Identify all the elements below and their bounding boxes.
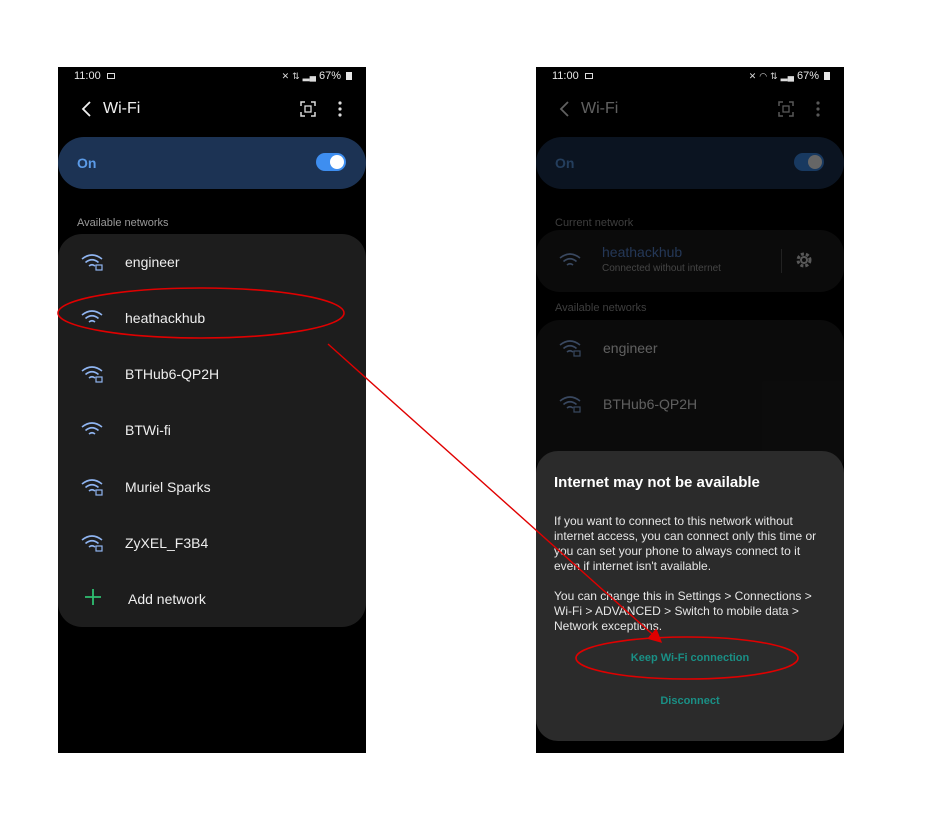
switch-knob (330, 155, 344, 169)
back-icon[interactable] (556, 99, 576, 119)
network-row-engineer[interactable]: engineer (58, 234, 366, 290)
keep-wifi-connection-button[interactable]: Keep Wi-Fi connection (536, 651, 844, 665)
back-icon[interactable] (78, 99, 98, 119)
network-name: Muriel Sparks (125, 479, 211, 495)
network-name: heathackhub (125, 310, 206, 326)
network-row-heathackhub[interactable]: heathackhub (58, 290, 366, 346)
network-name: ZyXEL_F3B4 (125, 535, 209, 551)
mute-icon: ✕ (281, 70, 290, 81)
lte-icon: ⇅ (292, 70, 300, 81)
internet-unavailable-dialog: Internet may not be available If you wan… (536, 451, 844, 741)
top-bar: Wi-Fi (58, 95, 366, 123)
top-bar: Wi-Fi (536, 95, 844, 123)
network-row-zyxel[interactable]: ZyXEL_F3B4 (58, 515, 366, 571)
gear-icon[interactable] (794, 250, 814, 270)
add-network-row[interactable]: Add network (58, 571, 366, 627)
wifi-switch[interactable] (316, 153, 346, 171)
disconnect-button[interactable]: Disconnect (536, 694, 844, 708)
wifi-toggle-row[interactable]: On (536, 137, 844, 189)
switch-knob (808, 155, 822, 169)
current-network-status: Connected without internet (602, 263, 721, 274)
network-name: engineer (603, 340, 658, 356)
wifi-toggle-row[interactable]: On (58, 137, 366, 189)
add-network-label: Add network (128, 591, 206, 607)
wifi-lock-icon (81, 254, 103, 271)
network-row-muriel-sparks[interactable]: Muriel Sparks (58, 459, 366, 515)
status-icons: ✕ ⇅ ▂▄ 67% (282, 70, 352, 82)
plus-icon (85, 589, 101, 605)
battery-icon (346, 72, 352, 80)
wifi-lock-icon (81, 366, 103, 383)
phone-screen-dialog: 11:00 ✕ ◠ ⇅ ▂▄ 67% Wi-Fi On Current netw… (536, 67, 844, 753)
wifi-icon (81, 310, 103, 323)
network-name: BTWi-fi (125, 422, 171, 438)
available-networks-list: engineer heathackhub BTHub6-QP2H BTWi-fi… (58, 234, 366, 627)
network-name: BTHub6-QP2H (603, 396, 698, 412)
wifi-lock-icon (559, 396, 581, 413)
network-row-engineer[interactable]: engineer (536, 320, 844, 376)
dialog-body: If you want to connect to this network w… (554, 514, 817, 573)
network-name: BTHub6-QP2H (125, 366, 220, 382)
more-options-icon[interactable] (331, 100, 349, 118)
divider (781, 249, 782, 273)
wifi-lock-icon (81, 535, 103, 552)
more-options-icon[interactable] (809, 100, 827, 118)
network-row-bthub6[interactable]: BTHub6-QP2H (536, 376, 844, 432)
phone-screen-wifi-list: 11:00 ✕ ⇅ ▂▄ 67% Wi-Fi On Available netw… (58, 67, 366, 753)
available-networks-header: Available networks (77, 217, 169, 229)
wifi-lock-icon (559, 340, 581, 357)
page-title: Wi-Fi (103, 100, 141, 117)
network-row-btwifi[interactable]: BTWi-fi (58, 402, 366, 458)
available-networks-header: Available networks (555, 302, 647, 314)
current-network-header: Current network (555, 217, 634, 229)
page-title: Wi-Fi (581, 100, 619, 117)
wifi-lock-icon (81, 479, 103, 496)
status-bar: 11:00 ✕ ⇅ ▂▄ 67% (58, 67, 366, 87)
dialog-title: Internet may not be available (554, 474, 760, 491)
wifi-icon (559, 253, 581, 266)
network-name: engineer (125, 254, 180, 270)
wifi-icon (81, 422, 103, 435)
wifi-switch[interactable] (794, 153, 824, 171)
gallery-icon (107, 73, 115, 79)
network-row-bthub6[interactable]: BTHub6-QP2H (58, 346, 366, 402)
current-network-name: heathackhub (602, 244, 683, 260)
wifi-toggle-label: On (77, 155, 97, 171)
qr-code-icon[interactable] (299, 100, 317, 118)
status-time: 11:00 (74, 70, 101, 82)
wifi-toggle-label: On (555, 155, 575, 171)
battery-percent: 67% (318, 70, 341, 82)
dialog-settings-hint: You can change this in Settings > Connec… (554, 589, 812, 633)
qr-code-icon[interactable] (777, 100, 795, 118)
signal-icon: ▂▄ (302, 70, 316, 81)
current-network-card[interactable]: heathackhub Connected without internet (536, 230, 844, 292)
